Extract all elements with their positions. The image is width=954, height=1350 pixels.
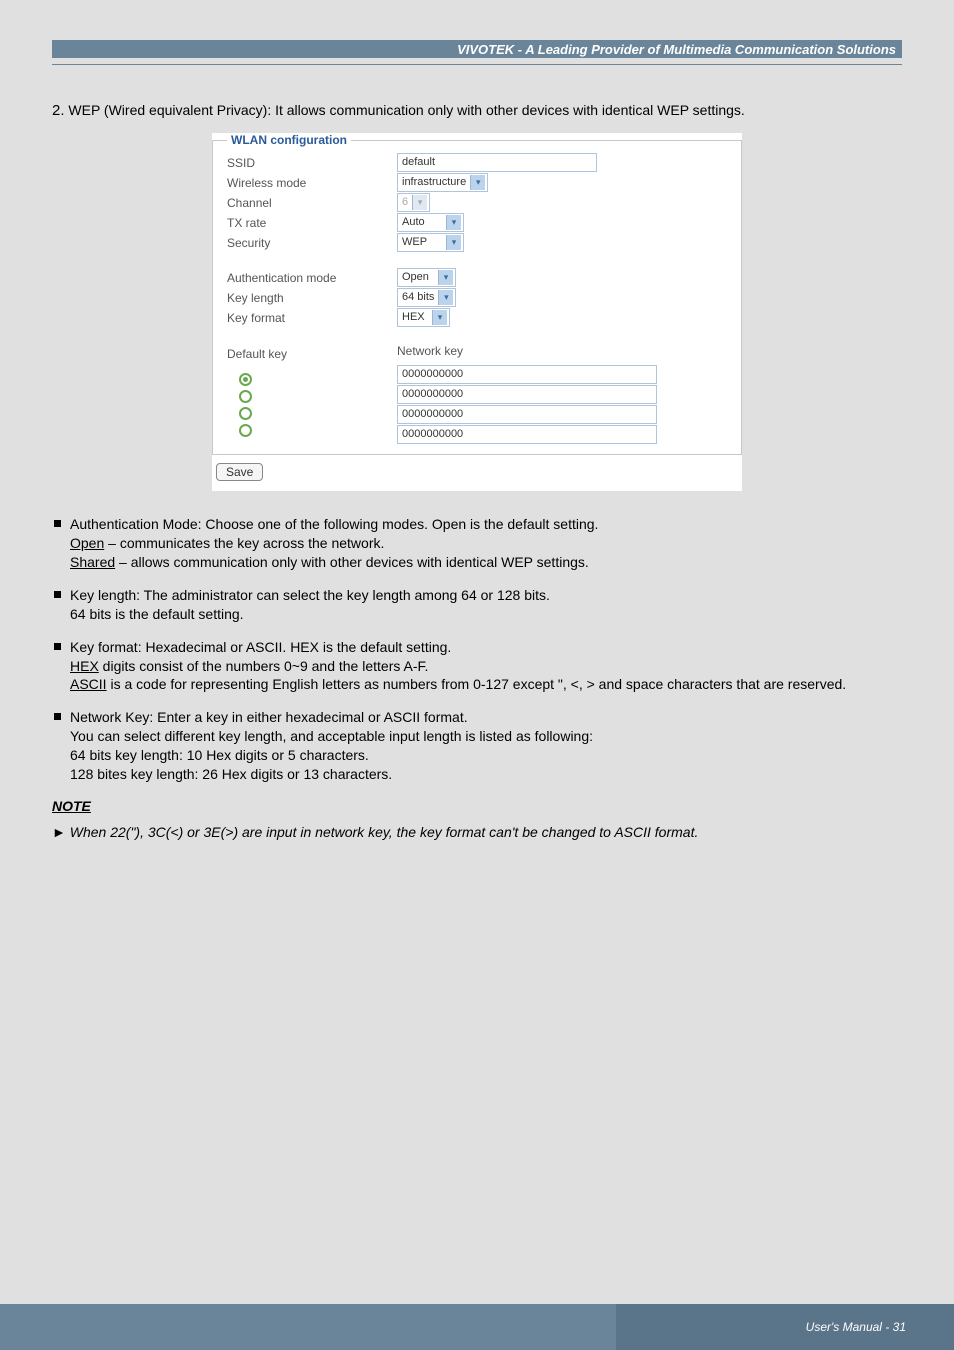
ssid-label: SSID (227, 155, 397, 171)
txrate-value: Auto (402, 214, 442, 231)
channel-value: 6 (402, 194, 408, 211)
chevron-down-icon: ▾ (446, 215, 461, 230)
key2-wrap: 0000000000 (397, 385, 727, 404)
authmode-label: Authentication mode (227, 270, 397, 286)
content: 2. WEP (Wired equivalent Privacy): It al… (52, 101, 902, 840)
keylen-line1: Key length: The administrator can select… (70, 587, 550, 603)
hex-label: HEX (70, 658, 99, 674)
chevron-down-icon: ▾ (432, 310, 447, 325)
authmode-select[interactable]: Open ▾ (397, 268, 456, 287)
default-key-radio-1[interactable] (239, 373, 252, 386)
authmode-value: Open (402, 269, 434, 286)
network-key-input-4[interactable]: 0000000000 (397, 425, 657, 444)
save-button[interactable]: Save (216, 463, 263, 481)
txrate-label: TX rate (227, 215, 397, 231)
network-key-input-1[interactable]: 0000000000 (397, 365, 657, 384)
ssid-input-wrap: default (397, 153, 727, 172)
ascii-desc: is a code for representing English lette… (107, 676, 847, 692)
network-key-input-2[interactable]: 0000000000 (397, 385, 657, 404)
bullet-auth: Authentication Mode: Choose one of the f… (70, 515, 902, 572)
footer-right: User's Manual - 31 (616, 1304, 954, 1350)
netkey-line2: You can select different key length, and… (70, 728, 593, 744)
header-divider (52, 64, 902, 65)
keyformat-wrap: HEX ▾ (397, 308, 727, 327)
keyformat-value: HEX (402, 309, 428, 326)
default-key-radios (227, 373, 397, 437)
ssid-input[interactable]: default (397, 153, 597, 172)
bullet-keylen: Key length: The administrator can select… (70, 586, 902, 624)
page-number: User's Manual - 31 (806, 1320, 906, 1334)
shared-desc: – allows communication only with other d… (115, 554, 589, 570)
channel-select: 6 ▾ (397, 193, 430, 212)
chevron-down-icon: ▾ (438, 290, 453, 305)
intro-paragraph: 2. WEP (Wired equivalent Privacy): It al… (52, 101, 902, 121)
bullet-auth-lead: Authentication Mode: Choose one of the f… (70, 516, 598, 532)
keyfmt-line1: Key format: Hexadecimal or ASCII. HEX is… (70, 639, 451, 655)
netkey-line3: 64 bits key length: 10 Hex digits or 5 c… (70, 747, 369, 763)
defaultkey-label: Default key (227, 346, 397, 362)
networkkey-header: Network key (397, 343, 727, 364)
default-key-radio-4[interactable] (239, 424, 252, 437)
header-title: VIVOTEK - A Leading Provider of Multimed… (457, 42, 896, 57)
note-text: When 22("), 3C(<) or 3E(>) are input in … (70, 824, 699, 840)
channel-label: Channel (227, 195, 397, 211)
keylength-value: 64 bits (402, 289, 434, 306)
note-body: ► When 22("), 3C(<) or 3E(>) are input i… (52, 824, 902, 840)
footer: User's Manual - 31 (0, 1304, 954, 1350)
security-label: Security (227, 235, 397, 251)
chevron-down-icon: ▾ (412, 195, 427, 210)
keyformat-select[interactable]: HEX ▾ (397, 308, 450, 327)
footer-left (0, 1304, 616, 1350)
wireless-mode-value: infrastructure (402, 174, 466, 191)
open-desc: – communicates the key across the networ… (104, 535, 384, 551)
chevron-down-icon: ▾ (438, 270, 453, 285)
bullet-netkey: Network Key: Enter a key in either hexad… (70, 708, 902, 784)
netkey-line4: 128 bites key length: 26 Hex digits or 1… (70, 766, 392, 782)
key1-wrap: 0000000000 (397, 365, 727, 384)
keyformat-label: Key format (227, 310, 397, 326)
bullet-keyfmt: Key format: Hexadecimal or ASCII. HEX is… (70, 638, 902, 695)
intro-number: 2. (52, 102, 65, 119)
wlan-fieldset: WLAN configuration SSID default Wireless… (212, 133, 742, 455)
wireless-mode-wrap: infrastructure ▾ (397, 173, 727, 192)
txrate-select[interactable]: Auto ▾ (397, 213, 464, 232)
default-key-radio-2[interactable] (239, 390, 252, 403)
wlan-form: SSID default Wireless mode infrastructur… (227, 153, 727, 444)
note-heading: NOTE (52, 798, 902, 814)
security-select[interactable]: WEP ▾ (397, 233, 464, 252)
chevron-down-icon: ▾ (470, 175, 485, 190)
wireless-mode-label: Wireless mode (227, 175, 397, 191)
wlan-legend: WLAN configuration (227, 133, 351, 147)
wlan-config-panel: WLAN configuration SSID default Wireless… (212, 133, 742, 491)
channel-wrap: 6 ▾ (397, 193, 727, 212)
bullet-list: Authentication Mode: Choose one of the f… (52, 515, 902, 784)
key4-wrap: 0000000000 (397, 425, 727, 444)
authmode-wrap: Open ▾ (397, 268, 727, 287)
save-wrap: Save (212, 463, 742, 481)
intro-text: WEP (Wired equivalent Privacy): It allow… (68, 102, 744, 118)
hex-desc: digits consist of the numbers 0~9 and th… (99, 658, 429, 674)
keylength-label: Key length (227, 290, 397, 306)
page: VIVOTEK - A Leading Provider of Multimed… (0, 0, 954, 1350)
key3-wrap: 0000000000 (397, 405, 727, 424)
ascii-label: ASCII (70, 676, 107, 692)
keylen-line2: 64 bits is the default setting. (70, 606, 244, 622)
header-strip: VIVOTEK - A Leading Provider of Multimed… (52, 40, 902, 58)
security-value: WEP (402, 234, 442, 251)
note-arrow-icon: ► (52, 824, 66, 840)
keylength-select[interactable]: 64 bits ▾ (397, 288, 456, 307)
chevron-down-icon: ▾ (446, 235, 461, 250)
shared-label: Shared (70, 554, 115, 570)
open-label: Open (70, 535, 104, 551)
netkey-line1: Network Key: Enter a key in either hexad… (70, 709, 468, 725)
network-key-input-3[interactable]: 0000000000 (397, 405, 657, 424)
txrate-wrap: Auto ▾ (397, 213, 727, 232)
wireless-mode-select[interactable]: infrastructure ▾ (397, 173, 488, 192)
security-wrap: WEP ▾ (397, 233, 727, 252)
default-key-radio-3[interactable] (239, 407, 252, 420)
keylength-wrap: 64 bits ▾ (397, 288, 727, 307)
